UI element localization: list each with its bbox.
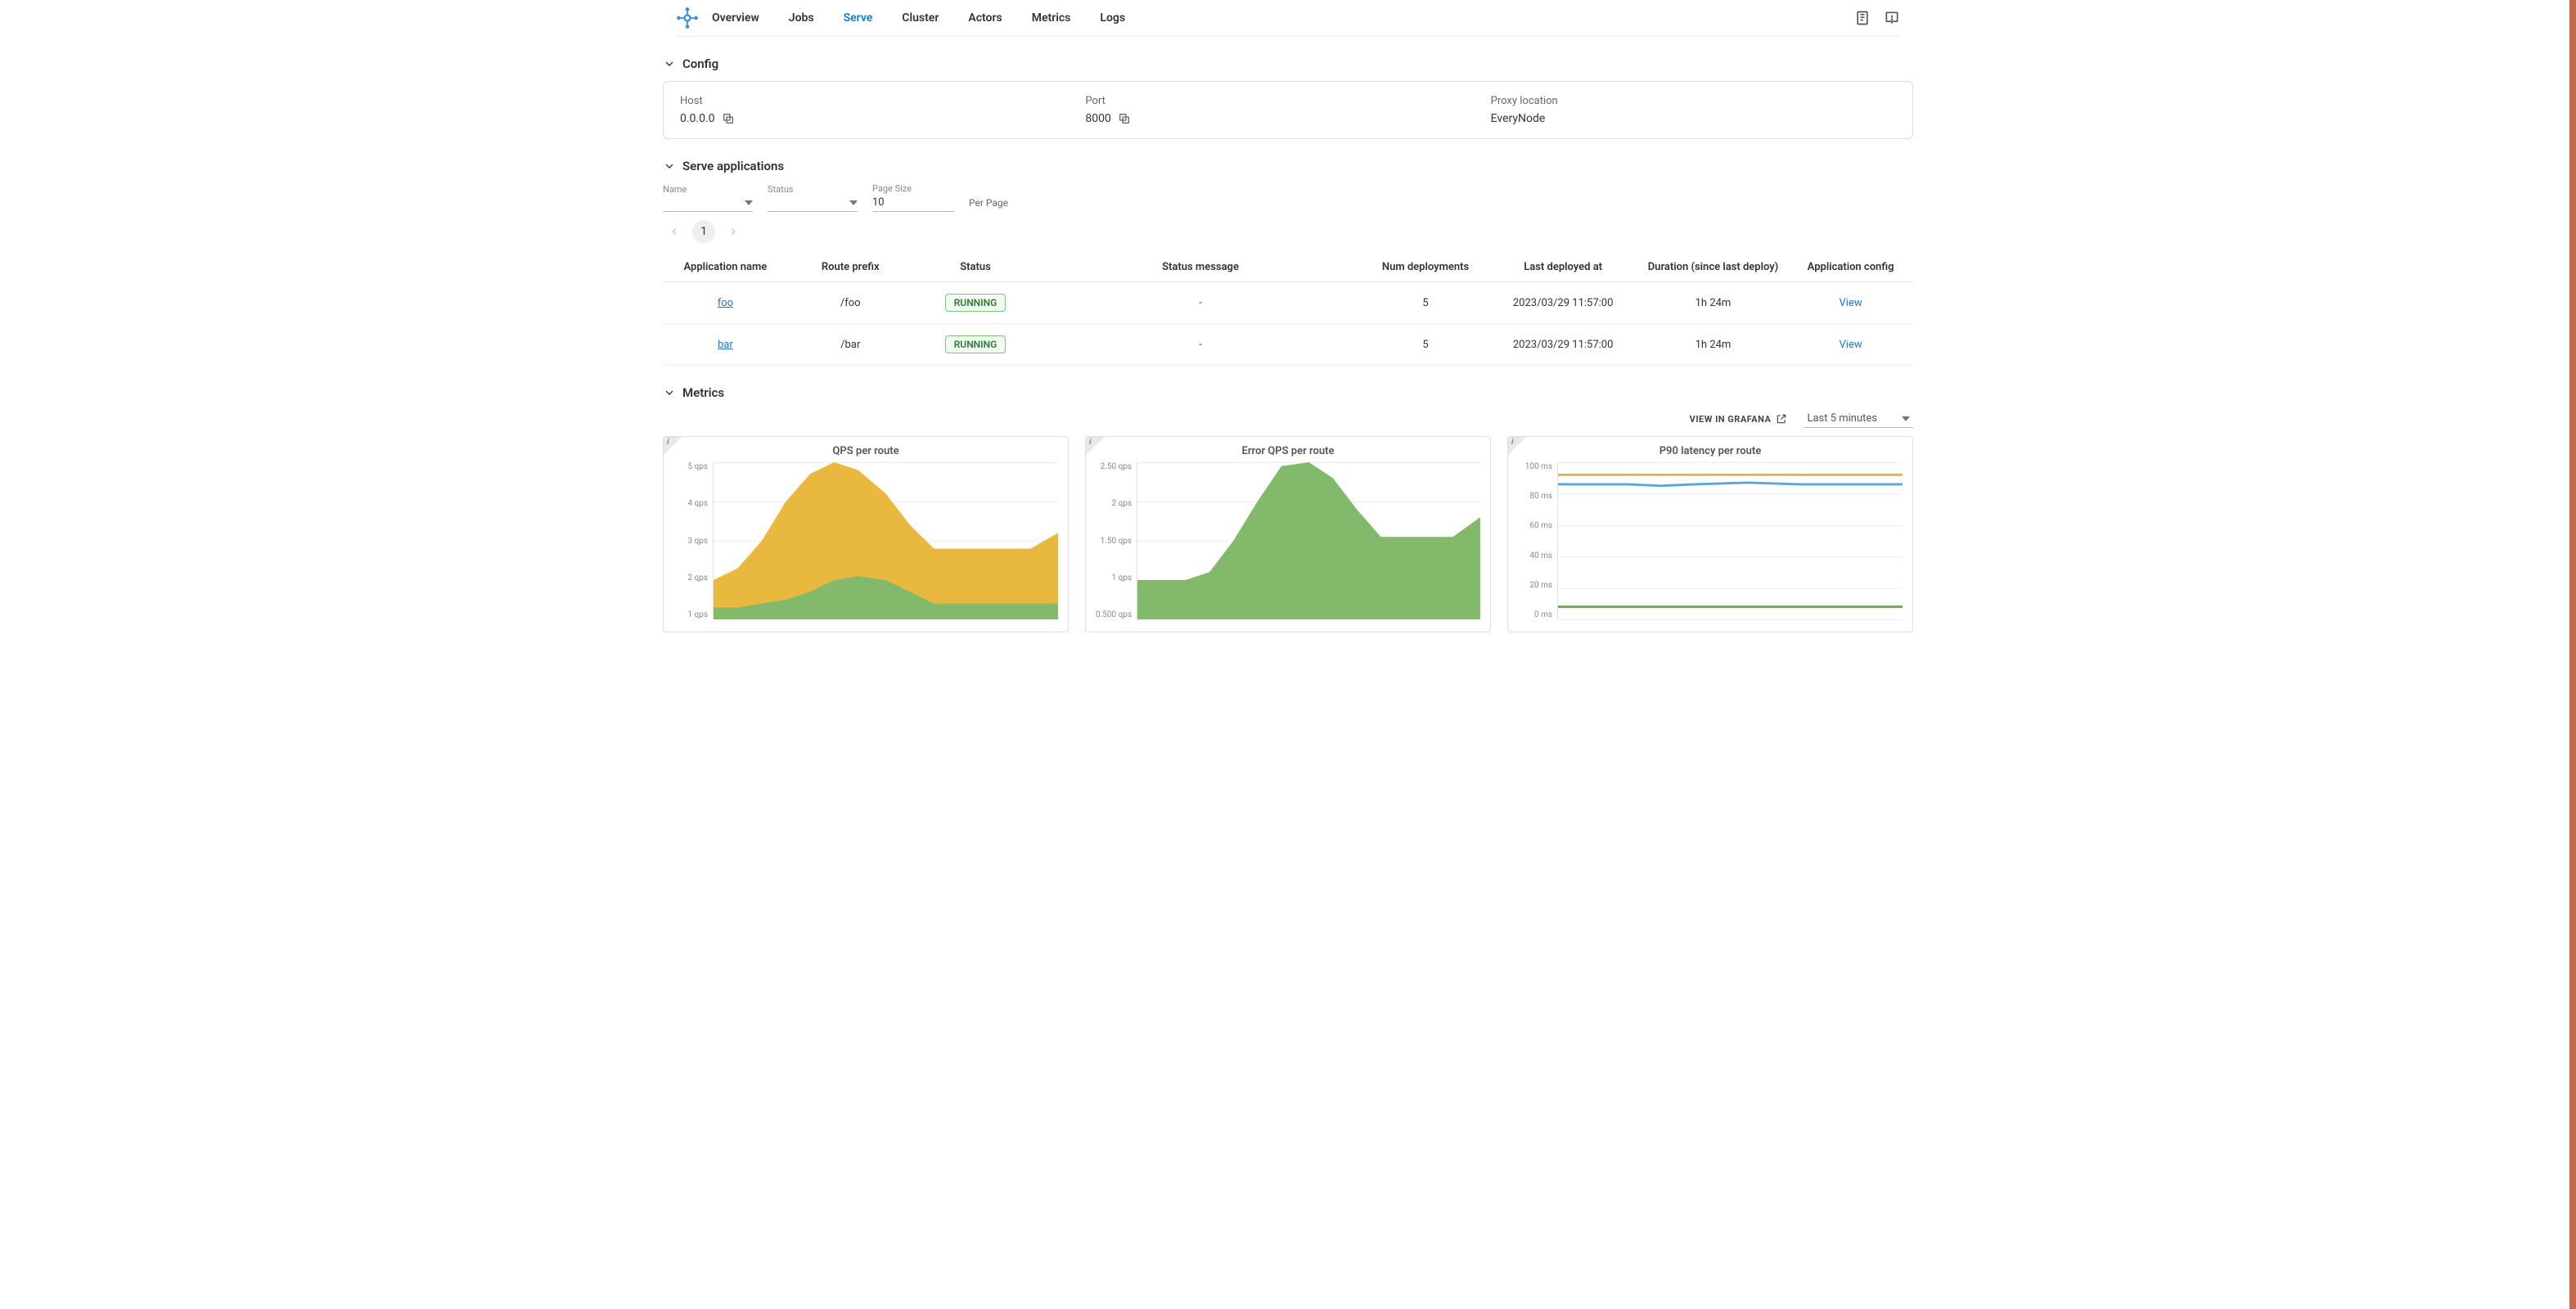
- metrics-title: Metrics: [682, 385, 724, 400]
- num-deployments-cell: 5: [1363, 282, 1488, 324]
- ray-logo-icon: [676, 7, 699, 29]
- host-label: Host: [680, 95, 1085, 107]
- info-icon[interactable]: i: [667, 438, 669, 447]
- chart-title: QPS per route: [673, 445, 1058, 457]
- status-badge: RUNNING: [945, 335, 1007, 353]
- view-config-link[interactable]: View: [1840, 339, 1862, 351]
- nav-tab-metrics[interactable]: Metrics: [1032, 8, 1071, 28]
- chart-error-qps: i Error QPS per route 2.50 qps 2 qps 1.5…: [1085, 436, 1491, 632]
- status-message-cell: -: [1038, 282, 1362, 324]
- caret-down-icon: [849, 199, 858, 207]
- copy-icon[interactable]: [1118, 112, 1131, 125]
- metrics-toggle[interactable]: Metrics: [663, 385, 1913, 400]
- pagination: 1: [663, 220, 1913, 243]
- chart-p90-latency: i P90 latency per route 100 ms 80 ms 60 …: [1507, 436, 1913, 632]
- duration-cell: 1h 24m: [1638, 282, 1788, 324]
- caret-down-icon: [1902, 415, 1910, 423]
- col-last-deployed: Last deployed at: [1488, 253, 1637, 282]
- table-row: foo /foo RUNNING - 5 2023/03/29 11:57:00…: [663, 282, 1913, 324]
- y-axis: 5 qps 4 qps 3 qps 2 qps 1 qps: [673, 462, 713, 619]
- serve-apps-toggle[interactable]: Serve applications: [663, 159, 1913, 173]
- y-axis: 100 ms 80 ms 60 ms 40 ms 20 ms 0 ms: [1518, 462, 1557, 619]
- duration-cell: 1h 24m: [1638, 324, 1788, 366]
- time-range-select[interactable]: Last 5 minutes: [1804, 410, 1913, 428]
- chart-title: Error QPS per route: [1096, 445, 1480, 457]
- col-duration: Duration (since last deploy): [1638, 253, 1788, 282]
- num-deployments-cell: 5: [1363, 324, 1488, 366]
- status-badge: RUNNING: [945, 294, 1007, 312]
- table-row: bar /bar RUNNING - 5 2023/03/29 11:57:00…: [663, 324, 1913, 366]
- caret-down-icon: [745, 199, 753, 207]
- host-value: 0.0.0.0: [680, 112, 715, 125]
- page-size-input[interactable]: Page Size 10: [872, 183, 954, 212]
- col-app-name: Application name: [663, 253, 788, 282]
- route-prefix-cell: /foo: [788, 282, 913, 324]
- nav-tab-serve[interactable]: Serve: [844, 8, 873, 28]
- status-filter[interactable]: Status: [768, 184, 858, 212]
- window-edge-decoration: [2569, 0, 2576, 1309]
- chevron-down-icon: [663, 57, 676, 70]
- page-1-button[interactable]: 1: [692, 220, 715, 243]
- col-config: Application config: [1788, 253, 1913, 282]
- external-link-icon: [1776, 413, 1787, 425]
- view-in-grafana-link[interactable]: VIEW IN GRAFANA: [1690, 413, 1788, 425]
- status-filter-label: Status: [768, 184, 858, 195]
- port-value: 8000: [1085, 112, 1110, 125]
- col-route-prefix: Route prefix: [788, 253, 913, 282]
- proxy-value: EveryNode: [1491, 112, 1546, 125]
- prev-page-button[interactable]: [663, 220, 686, 243]
- proxy-label: Proxy location: [1491, 95, 1896, 107]
- serve-apps-title: Serve applications: [682, 159, 784, 173]
- copy-icon[interactable]: [722, 112, 735, 125]
- route-prefix-cell: /bar: [788, 324, 913, 366]
- name-filter-label: Name: [663, 184, 753, 195]
- chevron-down-icon: [663, 386, 676, 399]
- nav-tab-logs[interactable]: Logs: [1100, 8, 1125, 28]
- last-deployed-cell: 2023/03/29 11:57:00: [1488, 324, 1637, 366]
- nav-tab-overview[interactable]: Overview: [712, 8, 759, 28]
- port-label: Port: [1085, 95, 1490, 107]
- config-card: Host 0.0.0.0 Port 8000 Proxy location Ev…: [663, 81, 1913, 139]
- chevron-down-icon: [663, 160, 676, 173]
- col-status-message: Status message: [1038, 253, 1362, 282]
- feedback-icon[interactable]: [1884, 10, 1900, 26]
- last-deployed-cell: 2023/03/29 11:57:00: [1488, 282, 1637, 324]
- info-icon[interactable]: i: [1089, 438, 1092, 447]
- status-message-cell: -: [1038, 324, 1362, 366]
- config-title: Config: [682, 56, 718, 71]
- next-page-button[interactable]: [722, 220, 745, 243]
- app-name-link[interactable]: foo: [718, 297, 733, 309]
- nav-tab-actors[interactable]: Actors: [968, 8, 1002, 28]
- app-name-link[interactable]: bar: [718, 339, 733, 351]
- chart-title: P90 latency per route: [1518, 445, 1903, 457]
- plot-area: [1137, 462, 1480, 619]
- plot-area: [713, 462, 1058, 619]
- view-config-link[interactable]: View: [1840, 297, 1862, 309]
- col-num-deployments: Num deployments: [1363, 253, 1488, 282]
- plot-area: [1557, 462, 1903, 619]
- page-size-label: Page Size: [872, 183, 954, 194]
- chart-qps: i QPS per route 5 qps 4 qps 3 qps 2 qps …: [663, 436, 1069, 632]
- config-section-toggle[interactable]: Config: [663, 56, 1913, 71]
- applications-table: Application name Route prefix Status Sta…: [663, 253, 1913, 366]
- y-axis: 2.50 qps 2 qps 1.50 qps 1 qps 0.500 qps: [1096, 462, 1137, 619]
- nav-tab-jobs[interactable]: Jobs: [789, 8, 814, 28]
- per-page-label: Per Page: [969, 197, 1008, 209]
- top-nav: Overview Jobs Serve Cluster Actors Metri…: [676, 0, 1900, 37]
- col-status: Status: [913, 253, 1038, 282]
- nav-tab-cluster[interactable]: Cluster: [902, 8, 939, 28]
- name-filter[interactable]: Name: [663, 184, 753, 212]
- info-icon[interactable]: i: [1511, 438, 1514, 447]
- docs-icon[interactable]: [1854, 10, 1871, 26]
